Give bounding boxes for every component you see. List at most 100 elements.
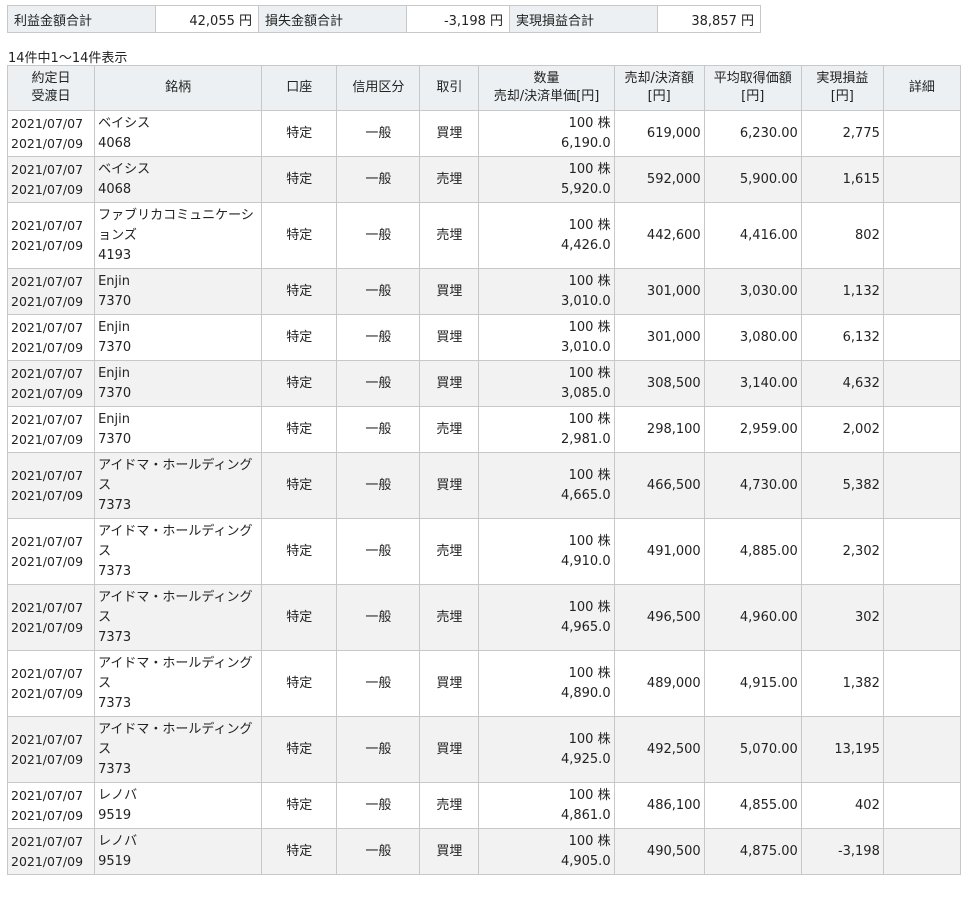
quantity: 100 株	[568, 411, 611, 427]
avg-cost-cell: 4,416.00	[703, 202, 802, 269]
date-cell: 2021/07/07 2021/07/09	[6, 110, 96, 157]
unit-price: 4,665.0	[560, 487, 611, 503]
trade-date: 2021/07/07	[11, 665, 84, 681]
quantity-cell: 100 株 4,426.0	[478, 202, 615, 269]
avg-cost-cell: 4,875.00	[703, 828, 802, 875]
quantity-cell: 100 株 6,190.0	[478, 110, 615, 157]
stock-code: 7373	[98, 761, 132, 777]
trade-cell: 売埋	[419, 406, 480, 453]
table-row: 2021/07/07 2021/07/09 レノバ 9519 特定 一般 売埋 100 株 4,…	[6, 782, 962, 829]
settle-date: 2021/07/09	[11, 237, 84, 253]
credit-cell: 一般	[336, 584, 421, 651]
stock-cell: アイドマ・ホールディングス 7373	[94, 452, 263, 519]
pnl-cell: 2,002	[800, 406, 884, 453]
quantity-cell: 100 株 4,665.0	[478, 452, 615, 519]
credit-cell: 一般	[336, 452, 421, 519]
account-cell: 特定	[261, 828, 338, 875]
quantity-cell: 100 株 4,925.0	[478, 716, 615, 783]
unit-price: 3,010.0	[560, 339, 611, 355]
trade-cell: 買埋	[419, 828, 480, 875]
amount-cell: 301,000	[613, 268, 705, 315]
trade-date: 2021/07/07	[11, 731, 84, 747]
settle-date: 2021/07/09	[11, 487, 84, 503]
settle-date: 2021/07/09	[11, 339, 84, 355]
trade-cell: 買埋	[419, 452, 480, 519]
credit-cell: 一般	[336, 314, 421, 361]
table-row: 2021/07/07 2021/07/09 ベイシス 4068 特定 一般 買埋 100 株6…	[6, 110, 962, 157]
avg-cost-cell: 4,915.00	[703, 650, 802, 717]
trade-date: 2021/07/07	[11, 411, 84, 427]
avg-cost-cell: 2,959.00	[703, 406, 802, 453]
settle-date: 2021/07/09	[11, 431, 84, 447]
account-cell: 特定	[261, 268, 338, 315]
settle-date: 2021/07/09	[11, 853, 84, 869]
quantity-cell: 100 株 4,910.0	[478, 518, 615, 585]
amount-cell: 619,000	[613, 110, 705, 157]
quantity: 100 株	[568, 833, 611, 849]
pnl-cell: 13,195	[800, 716, 884, 783]
table-header-row: 約定日 受渡日 銘柄 口座 信用区分 取引 数量 売却/決済単価[円] 売却/決…	[6, 65, 962, 111]
detail-cell	[882, 268, 962, 315]
stock-cell: アイドマ・ホールディングス 7373	[94, 518, 263, 585]
detail-cell	[882, 452, 962, 519]
stock-name: Enjin	[98, 319, 130, 335]
pnl-cell: 1,132	[800, 268, 884, 315]
table-body: 2021/07/07 2021/07/09 ベイシス 4068 特定 一般 買埋 100 株6…	[6, 110, 962, 875]
account-cell: 特定	[261, 202, 338, 269]
stock-code: 9519	[98, 807, 132, 823]
table-row: 2021/07/07 2021/07/09 Enjin 7370 特定 一般 買埋 100 株…	[6, 360, 962, 407]
date-cell: 2021/07/07 2021/07/09	[6, 156, 96, 203]
quantity: 100 株	[568, 731, 611, 747]
pnl-cell: 302	[800, 584, 884, 651]
table-row: 2021/07/07 2021/07/09 Enjin 7370 特定 一般 売埋 100 株…	[6, 406, 962, 453]
amount-cell: 489,000	[613, 650, 705, 717]
avg-cost-cell: 4,885.00	[703, 518, 802, 585]
amount-cell: 486,100	[613, 782, 705, 829]
date-cell: 2021/07/07 2021/07/09	[6, 202, 96, 269]
avg-cost-cell: 4,960.00	[703, 584, 802, 651]
table-row: 2021/07/07 2021/07/09 アイドマ・ホールディングス 7373 特定一…	[6, 518, 962, 585]
quantity-cell: 100 株 3,085.0	[478, 360, 615, 407]
stock-cell: ベイシス 4068	[94, 156, 263, 203]
account-cell: 特定	[261, 406, 338, 453]
date-cell: 2021/07/07 2021/07/09	[6, 314, 96, 361]
amount-cell: 301,000	[613, 314, 705, 361]
summary-table: 利益金額合計 42,055 円 損失金額合計 -3,198 円 実現損益合計 3…	[7, 5, 761, 33]
unit-price: 4,910.0	[560, 553, 611, 569]
account-cell: 特定	[261, 110, 338, 157]
stock-code: 7373	[98, 563, 132, 579]
date-cell: 2021/07/07 2021/07/09	[6, 452, 96, 519]
amount-cell: 442,600	[613, 202, 705, 269]
trade-cell: 買埋	[419, 716, 480, 783]
stock-name: Enjin	[98, 273, 130, 289]
stock-cell: Enjin 7370	[94, 268, 263, 315]
trade-cell: 買埋	[419, 360, 480, 407]
settle-date: 2021/07/09	[11, 553, 84, 569]
trade-cell: 買埋	[419, 314, 480, 361]
settle-date: 2021/07/09	[11, 293, 84, 309]
detail-cell	[882, 584, 962, 651]
pnl-cell: 4,632	[800, 360, 884, 407]
credit-cell: 一般	[336, 360, 421, 407]
quantity: 100 株	[568, 533, 611, 549]
unit-price: 2,981.0	[560, 431, 611, 447]
avg-cost-cell: 3,140.00	[703, 360, 802, 407]
detail-cell	[882, 110, 962, 157]
stock-name: ベイシス	[98, 115, 151, 131]
trade-date: 2021/07/07	[11, 115, 84, 131]
quantity: 100 株	[568, 787, 611, 803]
stock-cell: レノバ 9519	[94, 782, 263, 829]
credit-cell: 一般	[336, 828, 421, 875]
credit-cell: 一般	[336, 406, 421, 453]
stock-code: 7373	[98, 695, 132, 711]
trade-date: 2021/07/07	[11, 273, 84, 289]
unit-price: 3,085.0	[560, 385, 611, 401]
avg-cost-cell: 5,900.00	[703, 156, 802, 203]
stock-name: ベイシス	[98, 161, 151, 177]
trade-date: 2021/07/07	[11, 599, 84, 615]
avg-cost-cell: 3,080.00	[703, 314, 802, 361]
amount-cell: 490,500	[613, 828, 705, 875]
amount-cell: 496,500	[613, 584, 705, 651]
table-row: 2021/07/07 2021/07/09 ベイシス 4068 特定 一般 売埋 100 株5…	[6, 156, 962, 203]
stock-name: ファブリカコミュニケーションズ	[98, 207, 254, 243]
